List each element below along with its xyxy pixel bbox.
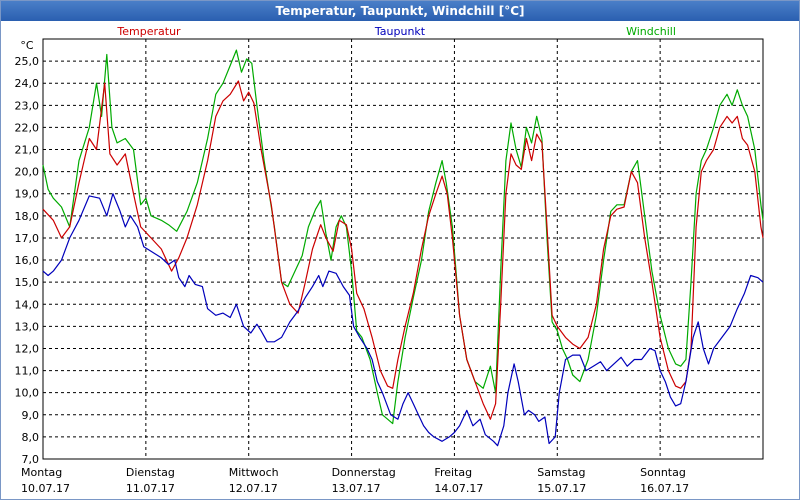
y-axis-unit: °C: [20, 39, 34, 52]
series-line-temperatur: [42, 80, 764, 420]
y-tick-label: 20,0: [15, 166, 40, 179]
y-tick-label: 24,0: [15, 77, 40, 90]
date-label: 12.07.17: [229, 482, 278, 495]
day-label: Sonntag: [640, 466, 686, 479]
y-tick-label: 12,0: [15, 342, 40, 355]
y-tick-label: 11,0: [15, 365, 40, 378]
window-title: Temperatur, Taupunkt, Windchill [°C]: [1, 1, 799, 21]
day-label: Donnerstag: [332, 466, 396, 479]
y-tick-label: 7,0: [22, 453, 40, 466]
y-tick-label: 10,0: [15, 387, 40, 400]
y-tick-label: 14,0: [15, 298, 40, 311]
day-label: Samstag: [537, 466, 585, 479]
day-label: Dienstag: [126, 466, 175, 479]
series-line-taupunkt: [42, 193, 764, 447]
chart-axes: [42, 38, 764, 460]
legend-entry: Windchill: [626, 25, 676, 38]
day-label: Mittwoch: [229, 466, 279, 479]
y-tick-label: 17,0: [15, 232, 40, 245]
line-chart: 7,0 8,0 9,0 10,0 11,0 12,0 13,0 14,0 15,0 16,0 17,…: [15, 25, 764, 495]
series-line-windchill: [42, 49, 764, 425]
date-label: 13.07.17: [332, 482, 381, 495]
y-tick-label: 19,0: [15, 188, 40, 201]
day-label: Montag: [21, 466, 62, 479]
y-tick-label: 15,0: [15, 276, 40, 289]
y-tick-label: 18,0: [15, 210, 40, 223]
y-tick-label: 21,0: [15, 144, 40, 157]
date-label: 10.07.17: [21, 482, 70, 495]
y-tick-label: 9,0: [22, 409, 40, 422]
app-window: Temperatur, Taupunkt, Windchill [°C] 7,0…: [0, 0, 800, 500]
y-tick-label: 22,0: [15, 121, 40, 134]
date-label: 15.07.17: [537, 482, 586, 495]
x-tick-labels: Montag 10.07.17 Dienstag 11.07.17 Mittwoch 12…: [21, 466, 689, 495]
chart-grid: [43, 39, 763, 460]
y-tick-label: 13,0: [15, 320, 40, 333]
date-label: 11.07.17: [126, 482, 175, 495]
date-label: 16.07.17: [640, 482, 689, 495]
plot-frame: [42, 38, 764, 460]
y-tick-label: 23,0: [15, 99, 40, 112]
day-label: Freitag: [434, 466, 472, 479]
y-tick-label: 8,0: [22, 431, 40, 444]
chart-series: [42, 49, 764, 447]
date-label: 14.07.17: [434, 482, 483, 495]
y-tick-label: 16,0: [15, 254, 40, 267]
legend-entry: Temperatur: [116, 25, 181, 38]
chart-legend: Temperatur Taupunkt Windchill: [116, 25, 676, 38]
y-tick-label: 25,0: [15, 55, 40, 68]
y-tick-labels: 7,0 8,0 9,0 10,0 11,0 12,0 13,0 14,0 15,0 16,0 17,…: [15, 39, 40, 466]
legend-entry: Taupunkt: [374, 25, 426, 38]
